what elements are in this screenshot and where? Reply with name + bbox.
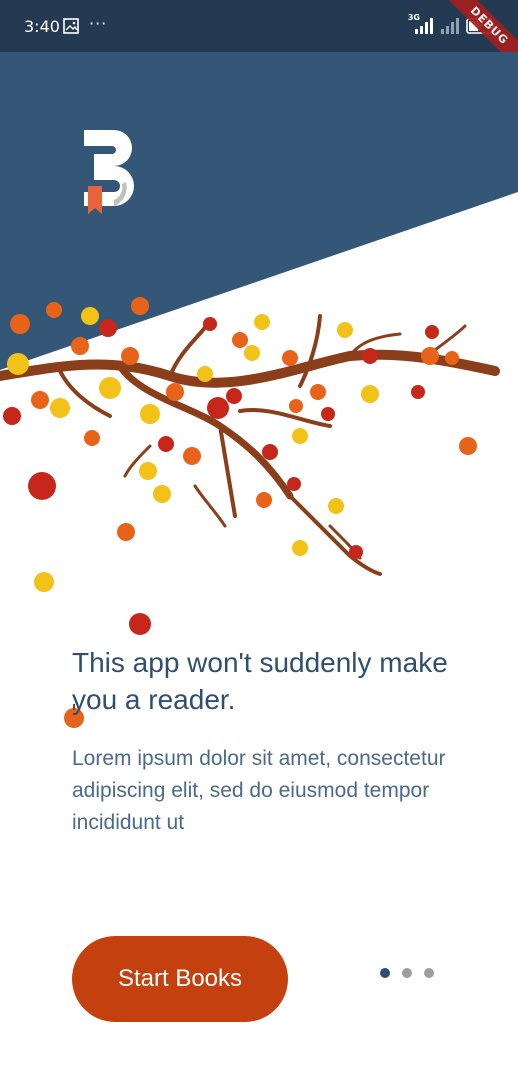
gallery-icon — [63, 18, 79, 34]
status-time: 3:40 — [24, 17, 60, 36]
onboarding-description: Lorem ipsum dolor sit amet, consectetur … — [72, 747, 446, 834]
status-bar: 3:40 ··· 3G DEBUG — [0, 0, 518, 80]
page-dot-1[interactable] — [380, 968, 390, 978]
autumn-branch-illustration — [0, 297, 500, 635]
page-indicator — [380, 968, 434, 978]
page-dot-2[interactable] — [402, 968, 412, 978]
page-dot-3[interactable] — [424, 968, 434, 978]
app-logo — [84, 130, 134, 214]
signal-icon — [415, 18, 433, 34]
more-notifications-icon: ··· — [89, 14, 108, 33]
onboarding-headline: This app won't suddenly make you a reade… — [72, 647, 448, 715]
start-books-button[interactable]: Start Books — [72, 936, 288, 1022]
signal-icon — [441, 18, 459, 34]
